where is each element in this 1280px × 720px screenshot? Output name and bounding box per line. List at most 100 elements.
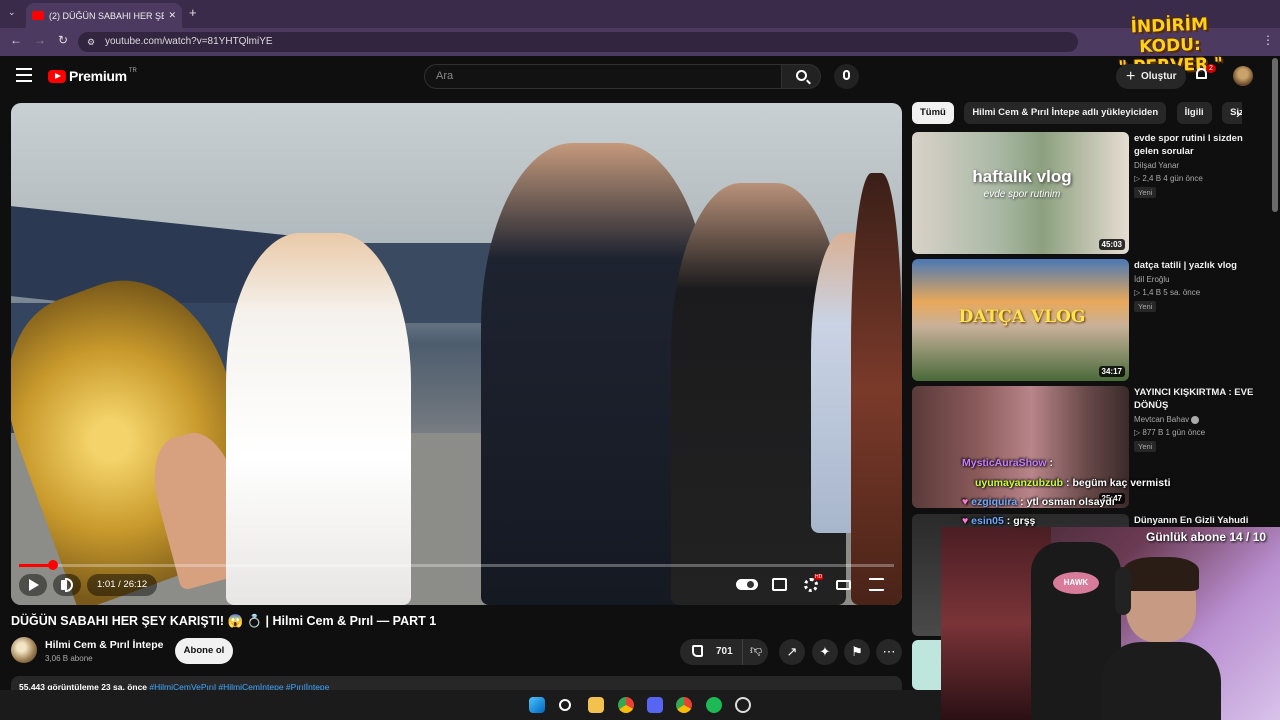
chip-all[interactable]: Tümü bbox=[912, 102, 954, 124]
sparkle-icon: ✦ bbox=[819, 644, 831, 659]
browser-tab-strip: ⌄ (2) DÜĞÜN SABAHI HER ŞEY KA ✕ + bbox=[0, 0, 1280, 28]
account-avatar[interactable] bbox=[1233, 66, 1253, 86]
ask-ai-button[interactable]: ✦ bbox=[812, 639, 838, 665]
chat-username: MysticAuraShow bbox=[962, 457, 1047, 469]
streamer-hair bbox=[1123, 557, 1199, 591]
youtube-play-logo-icon bbox=[48, 69, 66, 83]
next-thumbnail-partial[interactable] bbox=[912, 640, 941, 690]
chip-related[interactable]: İlgili bbox=[1176, 102, 1212, 124]
file-explorer-icon[interactable] bbox=[588, 697, 604, 713]
recommended-channel[interactable]: İdil Eroğlu bbox=[1134, 275, 1170, 284]
video-thumbnail[interactable]: haftalık vlog evde spor rutinim 45:03 bbox=[912, 132, 1129, 254]
notifications-button[interactable]: 2 bbox=[1196, 64, 1216, 82]
search-input[interactable]: Ara bbox=[424, 64, 782, 89]
page-scrollbar[interactable] bbox=[1272, 58, 1278, 212]
chat-message: ♥ ezgiquira : ytl osman olsaydı bbox=[962, 496, 1115, 508]
chrome-profile-icon[interactable] bbox=[676, 697, 692, 713]
chat-username: esin05 bbox=[971, 515, 1004, 527]
create-button[interactable]: + Oluştur bbox=[1116, 64, 1186, 89]
browser-menu-icon[interactable]: ⋮ bbox=[1262, 33, 1274, 47]
search-button[interactable] bbox=[781, 64, 821, 89]
chrome-icon[interactable] bbox=[618, 697, 634, 713]
video-thumbnail[interactable]: 25:47 bbox=[912, 386, 1129, 508]
new-badge: Yeni bbox=[1134, 187, 1157, 198]
recommended-title[interactable]: datça tatili | yazlık vlog bbox=[1134, 259, 1269, 272]
youtube-logo[interactable]: Premium TR bbox=[48, 68, 137, 84]
volume-button[interactable] bbox=[53, 574, 81, 596]
recommended-video[interactable]: 25:47 YAYINCI KIŞKIRTMA : EVE DÖNÜŞ Mevt… bbox=[912, 386, 1274, 508]
headset-icon bbox=[1115, 567, 1131, 615]
chat-message: MysticAuraShow : bbox=[962, 457, 1054, 469]
microphone-icon bbox=[843, 70, 850, 80]
close-tab-icon[interactable]: ✕ bbox=[168, 10, 176, 21]
recommended-channel-name: Mevtcan Bahav bbox=[1134, 415, 1190, 424]
chat-username: uyumayanzubzub bbox=[975, 477, 1064, 489]
forward-icon[interactable]: → bbox=[34, 33, 46, 47]
video-thumbnail[interactable]: DATÇA VLOG 34:17 bbox=[912, 259, 1129, 381]
streamer-body bbox=[1101, 642, 1221, 720]
time-display: 1:01 / 26:12 bbox=[87, 574, 158, 596]
recommended-title[interactable]: Dünyanın En Gizli Yahudi bbox=[1134, 514, 1269, 527]
more-actions-button[interactable]: ⋯ bbox=[876, 639, 902, 665]
reload-icon[interactable]: ↻ bbox=[58, 33, 68, 47]
thumbnail-overlay-subtitle: evde spor rutinim bbox=[983, 189, 1061, 200]
heart-icon: ♥ bbox=[962, 496, 969, 508]
autoplay-toggle[interactable] bbox=[736, 579, 758, 590]
site-info-icon[interactable]: ⚙ bbox=[87, 32, 95, 52]
recommended-title[interactable]: evde spor rutini I sizden gelen sorular bbox=[1134, 132, 1269, 158]
new-badge: Yeni bbox=[1134, 301, 1157, 312]
guest-hair-edge bbox=[851, 173, 902, 605]
theater-mode-icon[interactable] bbox=[836, 580, 851, 590]
recommended-video[interactable]: DATÇA VLOG 34:17 datça tatili | yazlık v… bbox=[912, 259, 1274, 381]
fullscreen-icon[interactable] bbox=[869, 578, 884, 591]
share-button[interactable]: ↗ bbox=[779, 639, 805, 665]
url-field[interactable]: ⚙ youtube.com/watch?v=81YHTQlmiYE bbox=[78, 32, 1078, 52]
channel-name[interactable]: Hilmi Cem & Pırıl İntepe bbox=[45, 639, 163, 651]
chat-text: grşş bbox=[1013, 515, 1036, 527]
youtube-favicon-icon bbox=[32, 11, 44, 20]
voice-search-button[interactable] bbox=[834, 64, 859, 89]
browser-tab[interactable]: (2) DÜĞÜN SABAHI HER ŞEY KA ✕ bbox=[26, 3, 182, 28]
recommended-channel[interactable]: Dilşad Yanar bbox=[1134, 161, 1179, 170]
chevron-right-icon[interactable]: › bbox=[1236, 105, 1241, 121]
save-button[interactable]: ⚑ bbox=[844, 639, 870, 665]
create-label: Oluştur bbox=[1141, 71, 1177, 82]
spotify-icon[interactable] bbox=[706, 697, 722, 713]
thumbs-down-icon: 👎︎ bbox=[750, 643, 763, 657]
recommended-meta: ▷ 2,4 B 4 gün önce bbox=[1134, 174, 1203, 183]
chair-brand-logo: HAWK bbox=[1053, 572, 1099, 594]
video-title: DÜĞÜN SABAHI HER ŞEY KARIŞTI! 😱 💍 | Hilm… bbox=[11, 614, 437, 628]
streamer-webcam: HAWK bbox=[941, 527, 1280, 720]
app-icon[interactable] bbox=[735, 697, 751, 713]
chip-from-uploader[interactable]: Hilmi Cem & Pırıl İntepe adlı yükleyicid… bbox=[964, 102, 1167, 124]
tab-list-icon[interactable]: ⌄ bbox=[8, 7, 16, 18]
channel-avatar[interactable] bbox=[11, 637, 37, 663]
new-tab-icon[interactable]: + bbox=[189, 5, 197, 20]
play-button[interactable] bbox=[19, 574, 47, 596]
hamburger-menu-icon[interactable] bbox=[16, 68, 32, 86]
recommended-channel[interactable]: Mevtcan Bahav bbox=[1134, 415, 1200, 424]
discord-icon[interactable] bbox=[647, 697, 663, 713]
logo-text: Premium bbox=[69, 68, 127, 84]
recommended-title[interactable]: YAYINCI KIŞKIRTMA : EVE DÖNÜŞ bbox=[1134, 386, 1269, 412]
seek-bar[interactable] bbox=[19, 560, 894, 570]
subtitles-icon[interactable] bbox=[772, 578, 787, 591]
back-icon[interactable]: ← bbox=[10, 33, 22, 47]
video-player[interactable]: 1:01 / 26:12 HD bbox=[11, 103, 902, 605]
recommended-video[interactable]: haftalık vlog evde spor rutinim 45:03 ev… bbox=[912, 132, 1274, 254]
settings-gear-icon[interactable]: HD bbox=[804, 574, 824, 592]
chat-message: ♥ esin05 : grşş bbox=[962, 515, 1036, 527]
subscribe-button[interactable]: Abone ol bbox=[175, 638, 233, 664]
share-icon: ↗ bbox=[786, 644, 798, 659]
like-count: 701 bbox=[716, 646, 733, 657]
plus-icon: + bbox=[1126, 68, 1136, 85]
bookmark-icon: ⚑ bbox=[851, 644, 863, 659]
heart-icon: ♥ bbox=[962, 515, 969, 527]
chat-message: uyumayanzubzub : begüm kaç vermisti bbox=[975, 477, 1171, 489]
dislike-button[interactable]: 👎︎ bbox=[742, 639, 768, 665]
thumbs-up-icon bbox=[692, 645, 703, 657]
taskbar-search-icon[interactable] bbox=[559, 699, 571, 711]
new-badge: Yeni bbox=[1134, 441, 1157, 452]
windows-start-icon[interactable] bbox=[529, 697, 545, 713]
windows-taskbar bbox=[0, 690, 941, 720]
